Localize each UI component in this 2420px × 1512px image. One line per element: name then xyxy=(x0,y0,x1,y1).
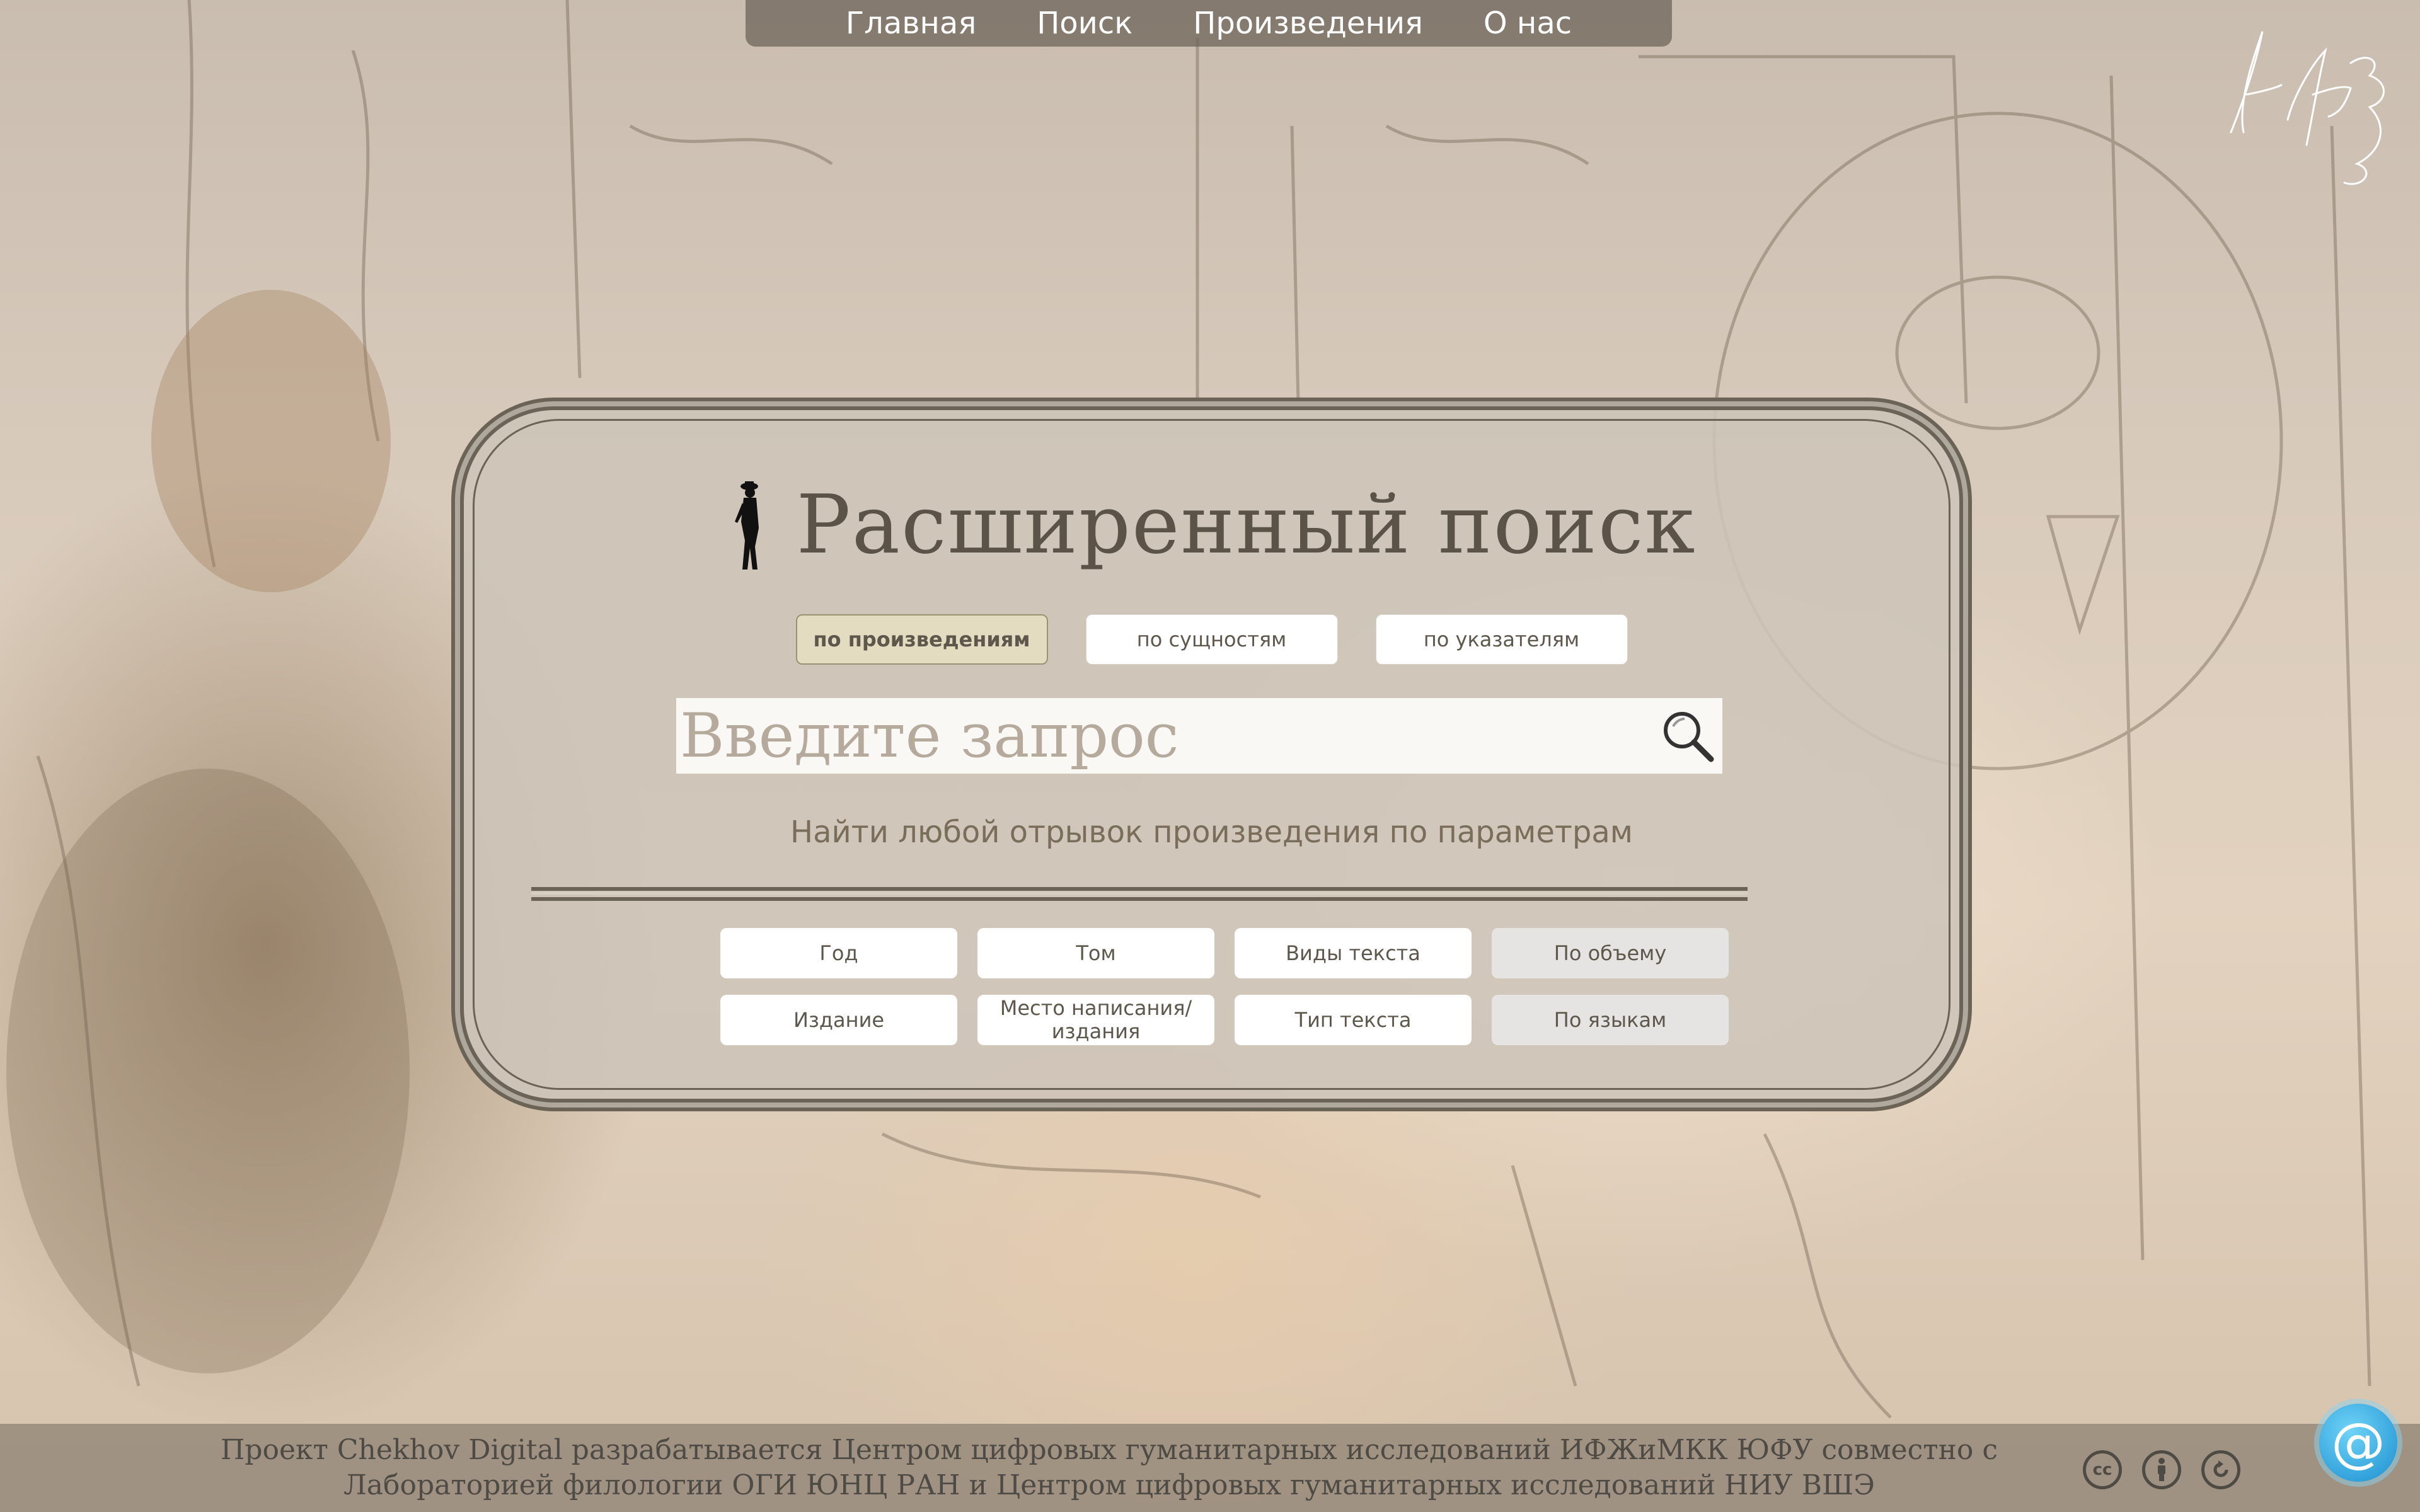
license-icons: cc xyxy=(2083,1450,2240,1489)
search-subtitle: Найти любой отрывок произведения по пара… xyxy=(790,815,1633,850)
nav-about[interactable]: О нас xyxy=(1484,6,1572,41)
chekhov-silhouette-icon xyxy=(734,481,759,570)
footer-credits: Проект Chekhov Digital разрабатывается Ц… xyxy=(158,1433,2061,1503)
filter-place[interactable]: Место написания/издания xyxy=(977,995,1214,1045)
top-navigation: Главная Поиск Произведения О нас xyxy=(746,0,1672,47)
chekhov-signature-logo xyxy=(2230,31,2385,185)
filter-text-type[interactable]: Тип текста xyxy=(1235,995,1472,1045)
section-divider xyxy=(531,887,1748,901)
nav-home[interactable]: Главная xyxy=(846,6,976,41)
title-row: Расширенный поиск xyxy=(475,478,1949,572)
at-sign-icon: @ xyxy=(2331,1411,2385,1474)
footer-line-1: Проект Chekhov Digital разрабатывается Ц… xyxy=(220,1434,1998,1466)
page-title: Расширенный поиск xyxy=(796,478,1697,572)
share-alike-icon xyxy=(2201,1450,2240,1489)
filter-text-kinds[interactable]: Виды текста xyxy=(1235,928,1472,978)
advanced-search-panel: Расширенный поиск по произведениям по су… xyxy=(460,406,1963,1102)
filter-by-languages[interactable]: По языкам xyxy=(1492,995,1729,1045)
filter-edition[interactable]: Издание xyxy=(720,995,957,1045)
search-bar xyxy=(676,697,1722,774)
search-button[interactable] xyxy=(1653,701,1722,770)
footer: Проект Chekhov Digital разрабатывается Ц… xyxy=(0,1424,2420,1512)
filter-grid: Год Том Виды текста По объему Издание Ме… xyxy=(720,928,1729,1045)
filter-volume[interactable]: Том xyxy=(977,928,1214,978)
tab-by-indexes[interactable]: по указателям xyxy=(1375,614,1628,665)
filter-by-size[interactable]: По объему xyxy=(1492,928,1729,978)
nav-search[interactable]: Поиск xyxy=(1037,6,1132,41)
tab-by-works[interactable]: по произведениям xyxy=(795,614,1048,665)
search-mode-tabs: по произведениям по сущностям по указате… xyxy=(475,614,1949,665)
nav-works[interactable]: Произведения xyxy=(1193,6,1423,41)
footer-line-2: Лабораторией филологии ОГИ ЮНЦ РАН и Цен… xyxy=(343,1469,1875,1501)
attribution-icon xyxy=(2142,1450,2181,1489)
search-icon xyxy=(1664,712,1714,762)
contact-email-button[interactable]: @ xyxy=(2319,1404,2397,1482)
cc-icon: cc xyxy=(2083,1450,2122,1489)
panel-inner-border: Расширенный поиск по произведениям по су… xyxy=(473,419,1950,1090)
tab-by-entities[interactable]: по сущностям xyxy=(1085,614,1338,665)
filter-year[interactable]: Год xyxy=(720,928,957,978)
search-input[interactable] xyxy=(676,697,1653,774)
